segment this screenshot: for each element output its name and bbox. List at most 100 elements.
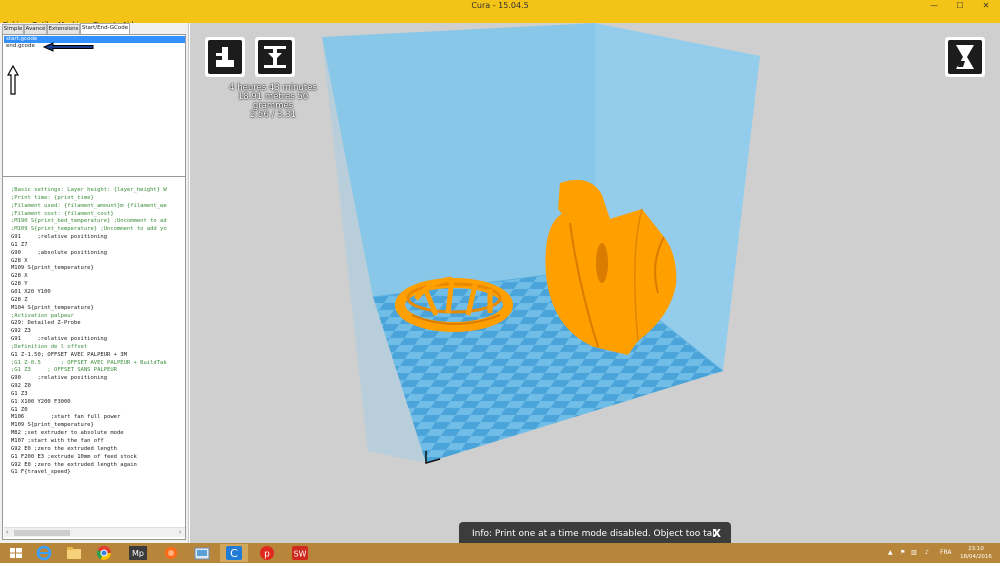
svg-text:SW: SW	[294, 550, 307, 559]
material-usage: 18.91 mètres 50 grammes	[237, 92, 309, 111]
gcode-line: G1 F{travel_speed}	[11, 469, 71, 476]
mp-app-icon: Mp	[129, 546, 147, 560]
gcode-line: G28 X	[11, 273, 28, 280]
gcode-line: ;G1 Z3 ; OFFSET SANS PALPEUR	[11, 367, 117, 374]
tray-network-icon[interactable]: ▥	[911, 543, 917, 563]
taskbar-ie[interactable]	[30, 544, 58, 562]
chrome-icon	[96, 546, 111, 560]
taskbar-mp[interactable]: Mp	[124, 544, 152, 562]
3d-viewport[interactable]: 4 heures 43 minutes 18.91 mètres 50 gram…	[190, 23, 1000, 543]
print-estimate: 4 heures 43 minutes 18.91 mètres 50 gram…	[218, 84, 328, 120]
annotation-arrow-left-icon	[43, 42, 94, 52]
gcode-line: ;G1 Z-0.5 ; OFFSET AVEC PALPEUR + BuildT…	[11, 359, 167, 366]
menu-bar: FichierOutilsMachineExpertAide	[0, 12, 1000, 29]
tray-up-arrow-icon[interactable]: ▲	[888, 543, 893, 563]
gcode-line: ;M109 S{print_temperature} ;Uncomment to…	[11, 226, 167, 233]
gcode-line: G92 E0 ;zero the extruded length	[11, 445, 117, 452]
gcode-line: G1 Z0	[11, 406, 28, 413]
minimize-button[interactable]: —	[922, 0, 946, 12]
view-mode-button[interactable]	[945, 37, 985, 77]
gcode-line: ;Print time: {print_time}	[11, 194, 94, 201]
horizontal-scrollbar[interactable]: ‹ ›	[4, 527, 185, 537]
taskbar-explorer[interactable]	[60, 544, 88, 562]
internet-explorer-icon	[36, 545, 52, 561]
notification-text: Info: Print one at a time mode disabled.…	[472, 529, 721, 539]
gcode-line: G91 ;relative positioning	[11, 234, 108, 241]
load-model-button[interactable]	[205, 37, 245, 77]
tab-avance[interactable]: Avancé	[24, 24, 47, 34]
gcode-line: G28 Y	[11, 281, 28, 288]
gcode-line: ;Filament cost: {filament_cost}	[11, 210, 114, 217]
tray-clock[interactable]: 23:10 18/04/2016	[958, 545, 994, 561]
settings-panel: Simple Avancé Extensions Start/End-GCode…	[0, 23, 189, 543]
scroll-right-icon[interactable]: ›	[179, 528, 181, 538]
gcode-line: G90 ;absolute positioning	[11, 249, 108, 256]
gcode-line: G1 Z7	[11, 241, 28, 248]
gcode-line: G1 Z-1.50; OFFSET AVEC PALPEUR + 3M	[11, 351, 127, 358]
gcode-line: ;Filament used: {filament_amount}m {fila…	[11, 202, 167, 209]
maximize-button[interactable]: ☐	[948, 0, 972, 12]
gcode-line: G91 ;relative positioning	[11, 336, 108, 343]
folder-icon	[67, 547, 81, 559]
gcode-line: ;Activation palpeur	[11, 312, 74, 319]
load-icon	[216, 47, 234, 67]
orange-circle-icon	[165, 547, 177, 559]
gcode-line: ;M190 S{print_bed_temperature} ;Uncommen…	[11, 218, 167, 225]
gcode-line: G90 ;relative positioning	[11, 375, 108, 382]
gcode-line: G1 Z3	[11, 390, 28, 397]
windows-logo-icon	[10, 548, 22, 558]
gcode-line: G1 X100 Y200 F3000	[11, 398, 71, 405]
gcode-line: G92 Z0	[11, 383, 31, 390]
windows-taskbar: Mp C p SW ▲ ⚑ ▥ ♪ FRA 23:10 18/04/2016	[0, 543, 1000, 563]
taskbar-chrome[interactable]	[90, 544, 118, 562]
tray-flag-icon[interactable]: ⚑	[900, 543, 905, 563]
gcode-line: ;Basic settings: Layer height: {layer_he…	[11, 187, 167, 193]
cura-icon: C	[226, 546, 242, 560]
taskbar-orange-app[interactable]	[157, 544, 185, 562]
file-end-gcode[interactable]: end.gcode	[4, 43, 35, 50]
tray-volume-icon[interactable]: ♪	[925, 543, 929, 563]
gcode-line: G01 X20 Y100	[11, 288, 51, 295]
gcode-line: G92 Z3	[11, 328, 31, 335]
gcode-line: ;Definition de l offset	[11, 343, 88, 350]
print-cost: 2.56 / 3.31	[249, 110, 297, 120]
gcode-line: M106 ;start fan full power	[11, 414, 121, 421]
scrollbar-thumb[interactable]	[14, 530, 70, 536]
gcode-file-list: start.gcode end.gcode	[2, 34, 186, 177]
title-bar: Cura - 15.04.5 — ☐ ✕	[0, 0, 1000, 12]
info-notification: Info: Print one at a time mode disabled.…	[459, 522, 731, 543]
annotation-arrow-up-icon	[7, 65, 19, 95]
gcode-line: G92 E0 ;zero the extruded length again	[11, 461, 137, 468]
tray-language[interactable]: FRA	[940, 543, 951, 563]
scroll-left-icon[interactable]: ‹	[6, 528, 8, 538]
gcode-line: G1 F200 E3 ;extrude 10mm of feed stock	[11, 453, 137, 460]
gcode-line: M109 S{print_temperature}	[11, 265, 94, 272]
gcode-line: G29: Detailed Z-Probe	[11, 320, 81, 327]
cura-window: Cura - 15.04.5 — ☐ ✕ FichierOutilsMachin…	[0, 0, 1000, 563]
save-toolpath-button[interactable]	[255, 37, 295, 77]
gcode-line: G28 X	[11, 257, 28, 264]
gcode-line: M104 S{print_temperature}	[11, 304, 94, 311]
taskbar-red-app[interactable]: p	[253, 544, 281, 562]
gcode-line: G28 Z	[11, 296, 28, 303]
print-icon	[264, 46, 286, 68]
svg-text:Mp: Mp	[132, 549, 144, 558]
gcode-editor[interactable]: ;Basic settings: Layer height: {layer_he…	[2, 176, 186, 540]
view-mode-icon	[956, 45, 974, 69]
taskbar-photos[interactable]	[188, 544, 216, 562]
photos-icon	[194, 547, 210, 560]
red-p-icon: p	[260, 546, 274, 560]
tab-start-end-gcode[interactable]: Start/End-GCode	[80, 23, 130, 34]
start-button[interactable]	[2, 544, 30, 562]
tab-simple[interactable]: Simple	[2, 24, 24, 34]
gcode-line: M107 ;start with the fan off	[11, 438, 104, 444]
sw-app-icon: SW	[292, 546, 308, 560]
tray-date: 18/04/2016	[960, 554, 992, 560]
tab-extensions[interactable]: Extensions	[47, 24, 80, 34]
taskbar-cura[interactable]: C	[220, 544, 248, 562]
taskbar-sw-app[interactable]: SW	[286, 544, 314, 562]
gcode-line: M82 ;set extruder to absolute mode	[11, 430, 124, 437]
close-button[interactable]: ✕	[974, 0, 998, 12]
svg-text:p: p	[264, 550, 270, 560]
notification-close-button[interactable]: X	[713, 522, 721, 543]
